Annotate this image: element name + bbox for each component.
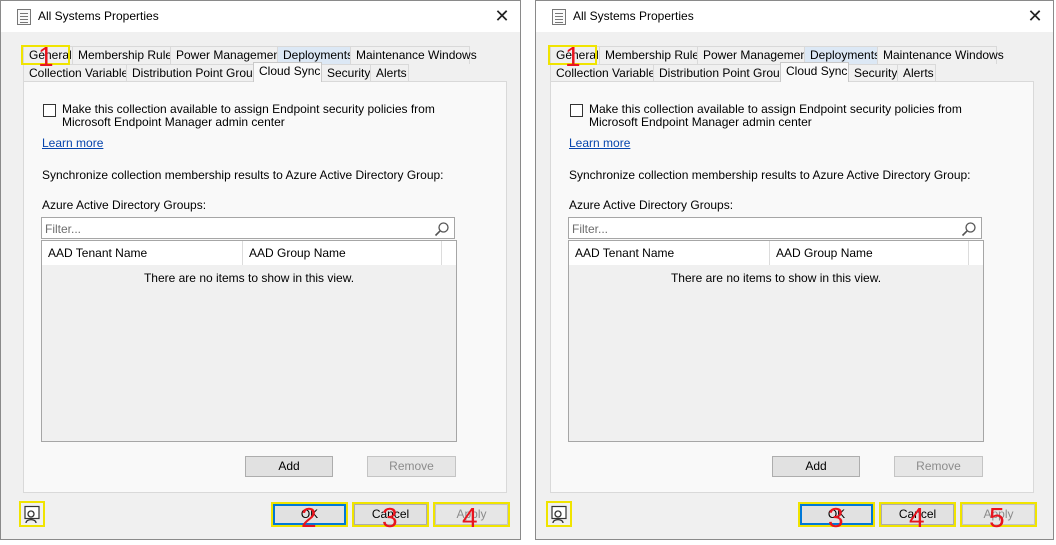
close-icon[interactable]: ✕ bbox=[490, 5, 514, 27]
remove-button[interactable]: Remove bbox=[894, 456, 983, 477]
dialog-title: All Systems Properties bbox=[38, 9, 159, 23]
endpoint-policy-checkbox[interactable] bbox=[570, 104, 583, 117]
aad-groups-list[interactable]: AAD Tenant Name AAD Group Name There are… bbox=[568, 240, 984, 442]
cloud-sync-panel: Make this collection available to assign… bbox=[23, 81, 507, 493]
filter-input[interactable] bbox=[45, 221, 425, 236]
search-icon[interactable] bbox=[434, 221, 450, 237]
close-icon[interactable]: ✕ bbox=[1023, 5, 1047, 27]
tab-membership-rules[interactable]: Membership Rules bbox=[72, 46, 178, 64]
cancel-button[interactable]: Cancel bbox=[881, 504, 954, 525]
tab-general[interactable]: General bbox=[23, 46, 73, 64]
filter-box bbox=[568, 217, 982, 239]
column-header-group[interactable]: AAD Group Name bbox=[243, 241, 442, 265]
add-button[interactable]: Add bbox=[772, 456, 860, 477]
title-bar: All Systems Properties ✕ bbox=[536, 1, 1053, 32]
aad-groups-label: Azure Active Directory Groups: bbox=[569, 198, 734, 212]
tab-collection-variables[interactable]: Collection Variables bbox=[23, 64, 134, 82]
empty-list-message: There are no items to show in this view. bbox=[670, 271, 882, 285]
apply-button[interactable]: Apply bbox=[962, 504, 1035, 525]
dialog-title: All Systems Properties bbox=[573, 9, 694, 23]
tab-collection-variables[interactable]: Collection Variables bbox=[550, 64, 661, 82]
properties-dialog-right: All Systems Properties ✕ General Members… bbox=[535, 0, 1054, 540]
aad-groups-label: Azure Active Directory Groups: bbox=[42, 198, 207, 212]
ok-button[interactable]: OK bbox=[273, 504, 346, 525]
add-button[interactable]: Add bbox=[245, 456, 333, 477]
endpoint-policy-label: Make this collection available to assign… bbox=[589, 102, 962, 129]
properties-sheet-icon bbox=[552, 9, 566, 25]
column-header-tenant[interactable]: AAD Tenant Name bbox=[569, 241, 770, 265]
tab-alerts[interactable]: Alerts bbox=[897, 64, 936, 82]
tab-security[interactable]: Security bbox=[848, 64, 898, 82]
tab-cloud-sync[interactable]: Cloud Sync bbox=[780, 62, 849, 82]
tab-maintenance-windows[interactable]: Maintenance Windows bbox=[350, 46, 477, 64]
learn-more-link[interactable]: Learn more bbox=[569, 136, 630, 150]
user-icon[interactable] bbox=[23, 505, 43, 525]
title-bar: All Systems Properties ✕ bbox=[1, 1, 520, 32]
properties-dialog-left: All Systems Properties ✕ General Members… bbox=[0, 0, 521, 540]
list-header: AAD Tenant Name AAD Group Name bbox=[569, 241, 983, 265]
tab-security[interactable]: Security bbox=[321, 64, 371, 82]
tab-distribution-point-groups[interactable]: Distribution Point Groups bbox=[126, 64, 265, 82]
tab-general[interactable]: General bbox=[550, 46, 600, 64]
user-icon[interactable] bbox=[550, 505, 570, 525]
aad-groups-list[interactable]: AAD Tenant Name AAD Group Name There are… bbox=[41, 240, 457, 442]
endpoint-policy-label: Make this collection available to assign… bbox=[62, 102, 435, 129]
tab-maintenance-windows[interactable]: Maintenance Windows bbox=[877, 46, 1004, 64]
empty-list-message: There are no items to show in this view. bbox=[143, 271, 355, 285]
tab-membership-rules[interactable]: Membership Rules bbox=[599, 46, 705, 64]
search-icon[interactable] bbox=[961, 221, 977, 237]
filter-box bbox=[41, 217, 455, 239]
apply-button[interactable]: Apply bbox=[435, 504, 508, 525]
tab-cloud-sync[interactable]: Cloud Sync bbox=[253, 62, 322, 82]
tab-alerts[interactable]: Alerts bbox=[370, 64, 409, 82]
tab-distribution-point-groups[interactable]: Distribution Point Groups bbox=[653, 64, 792, 82]
filter-input[interactable] bbox=[572, 221, 952, 236]
ok-button[interactable]: OK bbox=[800, 504, 873, 525]
list-header: AAD Tenant Name AAD Group Name bbox=[42, 241, 456, 265]
cancel-button[interactable]: Cancel bbox=[354, 504, 427, 525]
remove-button[interactable]: Remove bbox=[367, 456, 456, 477]
column-header-group[interactable]: AAD Group Name bbox=[770, 241, 969, 265]
sync-description: Synchronize collection membership result… bbox=[42, 168, 444, 182]
column-header-tenant[interactable]: AAD Tenant Name bbox=[42, 241, 243, 265]
cloud-sync-panel: Make this collection available to assign… bbox=[550, 81, 1034, 493]
endpoint-policy-checkbox[interactable] bbox=[43, 104, 56, 117]
learn-more-link[interactable]: Learn more bbox=[42, 136, 103, 150]
sync-description: Synchronize collection membership result… bbox=[569, 168, 971, 182]
properties-sheet-icon bbox=[17, 9, 31, 25]
